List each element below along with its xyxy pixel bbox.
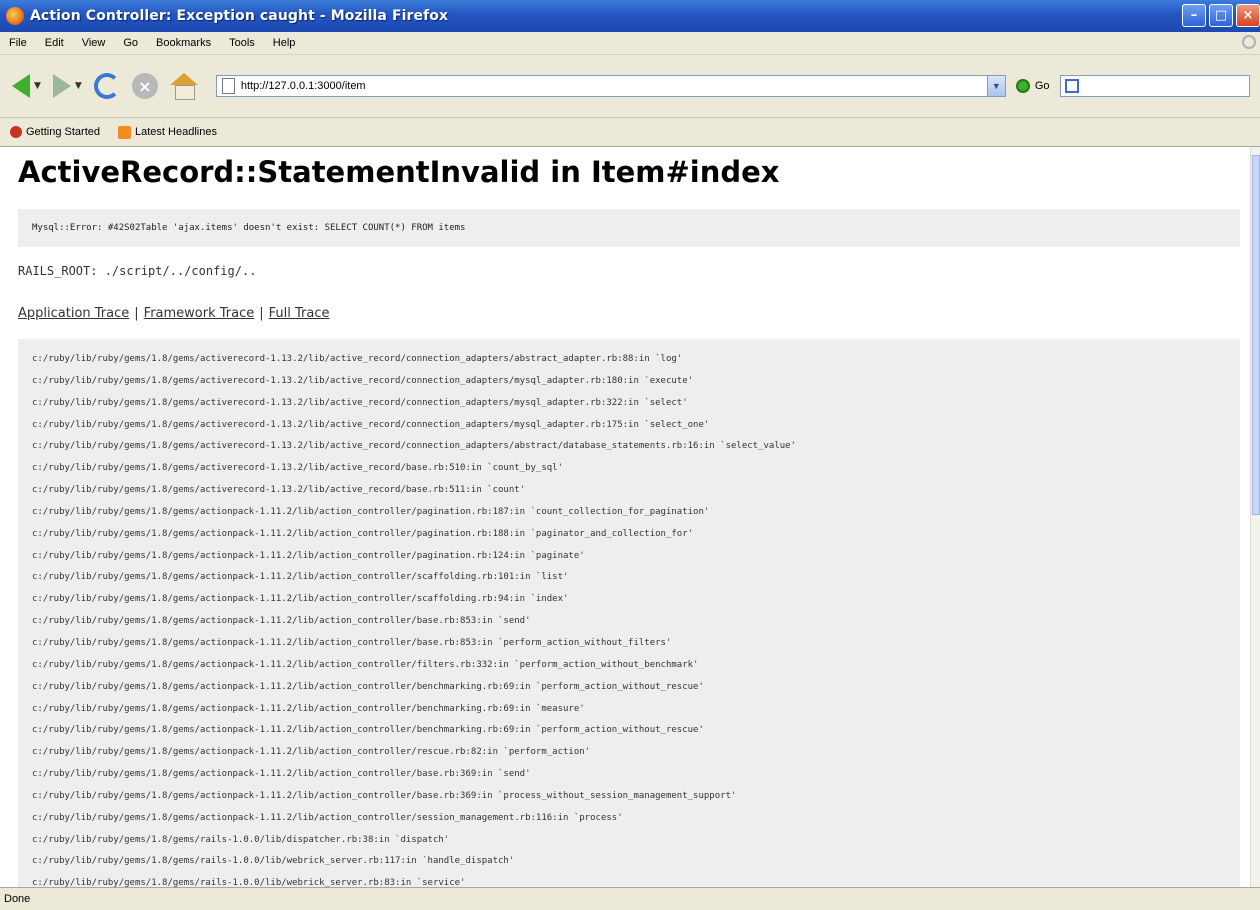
stop-button[interactable]: ×: [131, 73, 158, 99]
menu-view[interactable]: View: [73, 37, 115, 49]
minimize-button[interactable]: –: [1182, 4, 1206, 27]
back-history-dropdown-icon[interactable]: ▼: [34, 81, 41, 91]
trace-line: c:/ruby/lib/ruby/gems/1.8/gems/actionpac…: [32, 812, 623, 823]
page-title: ActiveRecord::StatementInvalid in Item#i…: [18, 155, 780, 189]
error-message: Mysql::Error: #42S02Table 'ajax.items' d…: [18, 209, 1240, 247]
rss-icon: [118, 125, 131, 139]
url-text[interactable]: http://127.0.0.1:3000/item: [241, 80, 366, 92]
trace-line: c:/ruby/lib/ruby/gems/1.8/gems/activerec…: [32, 375, 694, 386]
trace-links: Application Trace | Framework Trace | Full T…: [18, 306, 330, 321]
trace-line: c:/ruby/lib/ruby/gems/1.8/gems/activerec…: [32, 485, 526, 496]
throbber-icon: [1242, 35, 1256, 49]
scrollbar-thumb[interactable]: [1252, 155, 1260, 515]
trace-line: c:/ruby/lib/ruby/gems/1.8/gems/activerec…: [32, 463, 564, 474]
search-engine-icon[interactable]: [1064, 79, 1079, 93]
trace-line: c:/ruby/lib/ruby/gems/1.8/gems/actionpac…: [32, 790, 737, 801]
framework-trace-link[interactable]: Framework Trace: [144, 306, 255, 321]
menu-bar: File Edit View Go Bookmarks Tools Help: [0, 32, 1260, 55]
window-title: Action Controller: Exception caught - Mo…: [30, 8, 449, 24]
trace-line: c:/ruby/lib/ruby/gems/1.8/gems/actionpac…: [32, 506, 710, 517]
forward-history-dropdown-icon[interactable]: ▼: [75, 81, 82, 91]
status-text: Done: [4, 893, 31, 905]
trace-line: c:/ruby/lib/ruby/gems/1.8/gems/actionpac…: [32, 725, 704, 736]
page-icon: [221, 78, 235, 94]
trace-line: c:/ruby/lib/ruby/gems/1.8/gems/rails-1.0…: [32, 856, 515, 867]
menu-edit[interactable]: Edit: [36, 37, 73, 49]
stop-icon: ×: [131, 73, 158, 99]
trace-line: c:/ruby/lib/ruby/gems/1.8/gems/actionpac…: [32, 616, 531, 627]
reload-icon: [93, 73, 120, 99]
trace-line: c:/ruby/lib/ruby/gems/1.8/gems/activerec…: [32, 419, 710, 430]
trace-line: c:/ruby/lib/ruby/gems/1.8/gems/actionpac…: [32, 594, 569, 605]
trace-line: c:/ruby/lib/ruby/gems/1.8/gems/rails-1.0…: [32, 878, 466, 887]
back-button[interactable]: ▼: [12, 74, 41, 98]
error-message-text: Mysql::Error: #42S02Table 'ajax.items' d…: [32, 223, 466, 233]
menu-bookmarks[interactable]: Bookmarks: [147, 37, 220, 49]
bookmark-latest-headlines[interactable]: Latest Headlines: [118, 125, 217, 139]
separator: |: [259, 306, 264, 321]
application-trace-link[interactable]: Application Trace: [18, 306, 129, 321]
firefox-icon: [6, 7, 24, 25]
home-button[interactable]: [169, 73, 198, 100]
trace-line: c:/ruby/lib/ruby/gems/1.8/gems/actionpac…: [32, 659, 699, 670]
maximize-button[interactable]: □: [1209, 4, 1233, 27]
trace-line: c:/ruby/lib/ruby/gems/1.8/gems/actionpac…: [32, 528, 694, 539]
firefox-bookmark-icon: [10, 126, 22, 138]
bookmark-label: Latest Headlines: [135, 126, 217, 138]
trace-line: c:/ruby/lib/ruby/gems/1.8/gems/actionpac…: [32, 572, 569, 583]
go-icon: [1015, 79, 1030, 93]
bookmark-getting-started[interactable]: Getting Started: [10, 126, 100, 138]
forward-arrow-icon: [52, 74, 71, 98]
stack-trace: c:/ruby/lib/ruby/gems/1.8/gems/activerec…: [18, 339, 1240, 887]
vertical-scrollbar[interactable]: [1250, 147, 1260, 887]
status-bar: Done: [0, 887, 1260, 910]
close-button[interactable]: ×: [1236, 4, 1260, 27]
back-arrow-icon: [12, 74, 30, 98]
window-titlebar[interactable]: Action Controller: Exception caught - Mo…: [0, 0, 1260, 32]
page-content: ActiveRecord::StatementInvalid in Item#i…: [0, 147, 1250, 887]
bookmark-label: Getting Started: [26, 126, 100, 138]
url-history-dropdown-icon[interactable]: ▼: [986, 76, 1005, 96]
menu-tools[interactable]: Tools: [220, 37, 264, 49]
navigation-toolbar: ▼ ▼ × http://127.0.0.1:3000/item ▼ Go: [0, 55, 1260, 118]
trace-line: c:/ruby/lib/ruby/gems/1.8/gems/actionpac…: [32, 550, 585, 561]
trace-line: c:/ruby/lib/ruby/gems/1.8/gems/actionpac…: [32, 681, 704, 692]
full-trace-link[interactable]: Full Trace: [269, 306, 330, 321]
trace-line: c:/ruby/lib/ruby/gems/1.8/gems/activerec…: [32, 397, 688, 408]
reload-button[interactable]: [93, 73, 120, 99]
trace-line: c:/ruby/lib/ruby/gems/1.8/gems/actionpac…: [32, 747, 591, 758]
separator: |: [134, 306, 139, 321]
go-button[interactable]: Go: [1015, 79, 1050, 93]
trace-line: c:/ruby/lib/ruby/gems/1.8/gems/activerec…: [32, 354, 683, 364]
menu-file[interactable]: File: [0, 37, 36, 49]
trace-line: c:/ruby/lib/ruby/gems/1.8/gems/actionpac…: [32, 637, 672, 648]
home-icon: [169, 73, 198, 100]
forward-button[interactable]: ▼: [52, 74, 82, 98]
go-label: Go: [1034, 80, 1050, 92]
menu-go[interactable]: Go: [114, 37, 147, 49]
trace-line: c:/ruby/lib/ruby/gems/1.8/gems/rails-1.0…: [32, 834, 450, 845]
search-input[interactable]: [1059, 75, 1250, 97]
trace-line: c:/ruby/lib/ruby/gems/1.8/gems/activerec…: [32, 441, 797, 452]
window-controls: – □ ×: [1182, 4, 1260, 27]
trace-line: c:/ruby/lib/ruby/gems/1.8/gems/actionpac…: [32, 703, 585, 714]
url-bar[interactable]: http://127.0.0.1:3000/item ▼: [215, 75, 1006, 97]
bookmarks-toolbar: Getting Started Latest Headlines: [0, 118, 1260, 147]
trace-line: c:/ruby/lib/ruby/gems/1.8/gems/actionpac…: [32, 769, 531, 780]
rails-root: RAILS_ROOT: ./script/../config/..: [18, 264, 257, 278]
menu-help[interactable]: Help: [264, 37, 305, 49]
